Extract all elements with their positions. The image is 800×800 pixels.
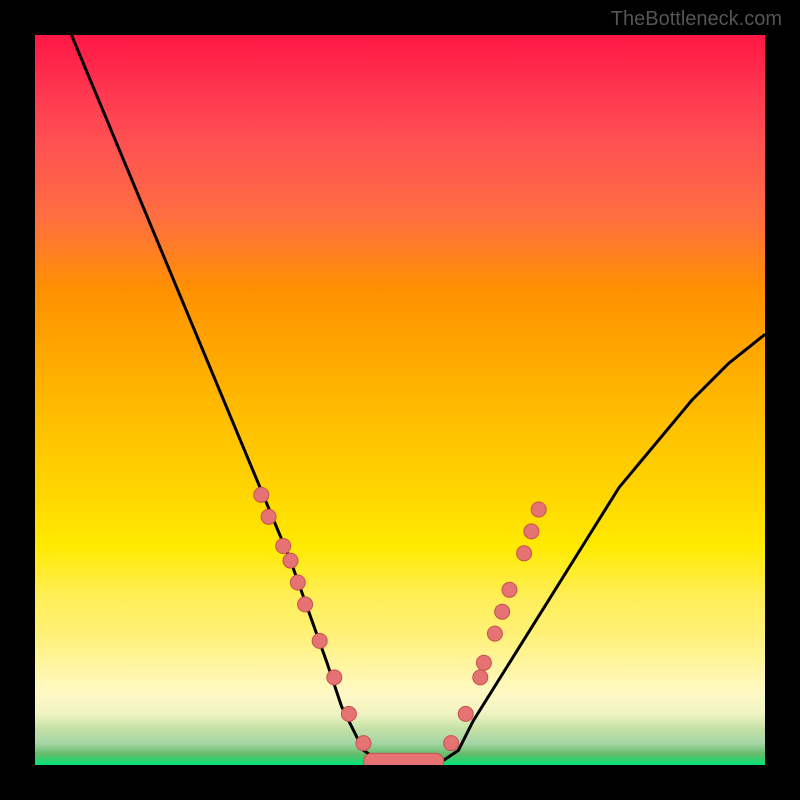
data-point-right-5 bbox=[495, 604, 510, 619]
chart-svg bbox=[35, 35, 765, 765]
bottleneck-curve bbox=[72, 35, 766, 765]
data-point-left-6 bbox=[312, 633, 327, 648]
watermark-text: TheBottleneck.com bbox=[611, 8, 782, 31]
data-point-left-2 bbox=[276, 539, 291, 554]
data-point-right-7 bbox=[517, 546, 532, 561]
data-point-right-0 bbox=[444, 736, 459, 751]
data-point-right-1 bbox=[458, 706, 473, 721]
data-point-right-6 bbox=[502, 582, 517, 597]
data-point-left-0 bbox=[254, 487, 269, 502]
data-point-left-5 bbox=[298, 597, 313, 612]
band-group bbox=[364, 753, 444, 765]
points-group bbox=[254, 487, 546, 750]
optimal-range-band bbox=[364, 753, 444, 765]
plot-area bbox=[35, 35, 765, 765]
data-point-left-8 bbox=[341, 706, 356, 721]
data-point-right-2 bbox=[473, 670, 488, 685]
data-point-right-9 bbox=[531, 502, 546, 517]
data-point-right-8 bbox=[524, 524, 539, 539]
data-point-left-7 bbox=[327, 670, 342, 685]
curve-group bbox=[72, 35, 766, 765]
data-point-right-4 bbox=[487, 626, 502, 641]
data-point-left-3 bbox=[283, 553, 298, 568]
data-point-left-9 bbox=[356, 736, 371, 751]
data-point-left-1 bbox=[261, 509, 276, 524]
data-point-left-4 bbox=[290, 575, 305, 590]
chart-frame: TheBottleneck.com bbox=[0, 0, 800, 800]
data-point-right-3 bbox=[476, 655, 491, 670]
